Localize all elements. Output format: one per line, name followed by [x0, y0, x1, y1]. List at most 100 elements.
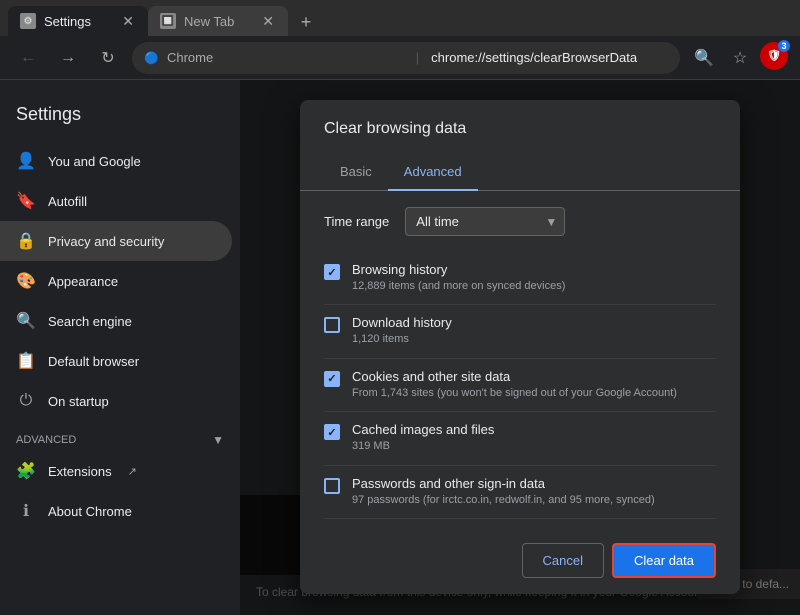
- search-engine-icon: 🔍: [16, 311, 36, 331]
- check-content-autofill: Autofill form data: [352, 529, 716, 531]
- check-content-passwords: Passwords and other sign-in data 97 pass…: [352, 476, 716, 508]
- sidebar-item-autofill[interactable]: 🔖 Autofill: [0, 181, 232, 221]
- reload-button[interactable]: ↻: [92, 42, 124, 74]
- check-item-cookies: Cookies and other site data From 1,743 s…: [324, 359, 716, 412]
- new-tab-button[interactable]: +: [292, 8, 320, 36]
- checkbox-download-history[interactable]: [324, 317, 340, 333]
- tab-newtab[interactable]: 🔲 New Tab ✕: [148, 6, 288, 36]
- sidebar-advanced-label: Advanced: [16, 434, 76, 446]
- about-chrome-icon: ℹ: [16, 501, 36, 521]
- check-item-autofill: Autofill form data: [324, 519, 716, 531]
- chevron-down-icon: ▼: [212, 433, 224, 447]
- nav-actions: 🔍 ☆ 🛡 3: [688, 42, 788, 74]
- appearance-icon: 🎨: [16, 271, 36, 291]
- time-range-select[interactable]: Last hour Last 24 hours Last 7 days Last…: [405, 207, 565, 236]
- tab-newtab-label: New Tab: [184, 14, 234, 29]
- sidebar-item-default-browser-label: Default browser: [48, 354, 139, 369]
- sidebar-item-on-startup[interactable]: ⏻ On startup: [0, 381, 232, 421]
- cancel-button[interactable]: Cancel: [522, 543, 604, 578]
- checkbox-cookies[interactable]: [324, 371, 340, 387]
- main-layout: Settings 👤 You and Google 🔖 Autofill 🔒 P…: [0, 80, 800, 615]
- check-item-download-history: Download history 1,120 items: [324, 305, 716, 358]
- sidebar-advanced-section: Advanced ▼: [0, 421, 240, 451]
- check-item-browsing-history: Browsing history 12,889 items (and more …: [324, 252, 716, 305]
- nav-bar: ← → ↻ 🔵 Chrome | chrome://settings/clear…: [0, 36, 800, 80]
- dialog-title: Clear browsing data: [300, 100, 740, 154]
- check-title-cookies: Cookies and other site data: [352, 369, 716, 384]
- check-title-autofill: Autofill form data: [352, 529, 716, 531]
- checkbox-cache[interactable]: [324, 424, 340, 440]
- clear-browsing-data-dialog: Clear browsing data Basic Advanced Time …: [300, 100, 740, 594]
- sidebar-item-appearance-label: Appearance: [48, 274, 118, 289]
- sidebar-item-you-and-google-label: You and Google: [48, 154, 141, 169]
- time-range-select-wrapper: Last hour Last 24 hours Last 7 days Last…: [405, 207, 565, 236]
- sidebar-link-about-chrome[interactable]: ℹ About Chrome: [0, 491, 240, 531]
- check-title-browsing-history: Browsing history: [352, 262, 716, 277]
- extension-button[interactable]: 🛡 3: [760, 42, 788, 70]
- check-item-cache: Cached images and files 319 MB: [324, 412, 716, 465]
- address-separator: |: [416, 50, 419, 65]
- tab-settings[interactable]: ⚙ Settings ✕: [8, 6, 148, 36]
- sidebar-item-you-and-google[interactable]: 👤 You and Google: [0, 141, 232, 181]
- checkbox-browsing-history[interactable]: [324, 264, 340, 280]
- check-content-cookies: Cookies and other site data From 1,743 s…: [352, 369, 716, 401]
- tab-advanced[interactable]: Advanced: [388, 154, 478, 191]
- check-item-passwords: Passwords and other sign-in data 97 pass…: [324, 466, 716, 519]
- sidebar-link-about-chrome-label: About Chrome: [48, 504, 132, 519]
- time-range-label: Time range: [324, 214, 389, 229]
- sidebar-item-search-engine-label: Search engine: [48, 314, 132, 329]
- title-bar: ⚙ Settings ✕ 🔲 New Tab ✕ +: [0, 0, 800, 36]
- bookmark-button[interactable]: ☆: [724, 42, 756, 74]
- dialog-body: Time range Last hour Last 24 hours Last …: [300, 191, 740, 531]
- check-subtitle-passwords: 97 passwords (for irctc.co.in, redwolf.i…: [352, 493, 716, 508]
- forward-button[interactable]: →: [52, 42, 84, 74]
- on-startup-icon: ⏻: [16, 391, 36, 411]
- privacy-icon: 🔒: [16, 231, 36, 251]
- default-browser-icon: 📋: [16, 351, 36, 371]
- check-title-cache: Cached images and files: [352, 422, 716, 437]
- check-subtitle-download-history: 1,120 items: [352, 332, 716, 347]
- you-and-google-icon: 👤: [16, 151, 36, 171]
- sidebar-title: Settings: [0, 96, 240, 141]
- check-content-browsing-history: Browsing history 12,889 items (and more …: [352, 262, 716, 294]
- dialog-footer: Cancel Clear data: [300, 531, 740, 594]
- external-link-icon: ↗: [128, 465, 137, 478]
- sidebar-link-extensions[interactable]: 🧩 Extensions ↗: [0, 451, 240, 491]
- newtab-tab-icon: 🔲: [160, 13, 176, 29]
- extension-badge: 3: [778, 40, 790, 52]
- address-url: chrome://settings/clearBrowserData: [431, 50, 668, 65]
- extensions-icon: 🧩: [16, 461, 36, 481]
- sidebar-item-appearance[interactable]: 🎨 Appearance: [0, 261, 232, 301]
- check-content-cache: Cached images and files 319 MB: [352, 422, 716, 454]
- dialog-tabs: Basic Advanced: [300, 154, 740, 191]
- tab-settings-close[interactable]: ✕: [120, 11, 136, 32]
- sidebar: Settings 👤 You and Google 🔖 Autofill 🔒 P…: [0, 80, 240, 615]
- tab-settings-label: Settings: [44, 14, 91, 29]
- check-subtitle-cache: 319 MB: [352, 439, 716, 454]
- address-icon: 🔵: [144, 51, 159, 65]
- address-bar[interactable]: 🔵 Chrome | chrome://settings/clearBrowse…: [132, 42, 680, 74]
- checkbox-passwords[interactable]: [324, 478, 340, 494]
- settings-tab-icon: ⚙: [20, 13, 36, 29]
- check-subtitle-cookies: From 1,743 sites (you won't be signed ou…: [352, 386, 716, 401]
- sidebar-item-privacy[interactable]: 🔒 Privacy and security: [0, 221, 232, 261]
- search-button[interactable]: 🔍: [688, 42, 720, 74]
- content-area: Clear browsing data Basic Advanced Time …: [240, 80, 800, 615]
- autofill-icon: 🔖: [16, 191, 36, 211]
- time-range-row: Time range Last hour Last 24 hours Last …: [324, 207, 716, 236]
- back-button[interactable]: ←: [12, 42, 44, 74]
- clear-data-button[interactable]: Clear data: [612, 543, 716, 578]
- tab-newtab-close[interactable]: ✕: [260, 11, 276, 32]
- sidebar-item-autofill-label: Autofill: [48, 194, 87, 209]
- address-prefix: Chrome: [167, 50, 404, 65]
- sidebar-item-on-startup-label: On startup: [48, 394, 109, 409]
- tab-basic[interactable]: Basic: [324, 154, 388, 191]
- sidebar-item-search-engine[interactable]: 🔍 Search engine: [0, 301, 232, 341]
- check-content-download-history: Download history 1,120 items: [352, 315, 716, 347]
- sidebar-item-privacy-label: Privacy and security: [48, 234, 164, 249]
- sidebar-item-default-browser[interactable]: 📋 Default browser: [0, 341, 232, 381]
- sidebar-link-extensions-label: Extensions: [48, 464, 112, 479]
- check-title-download-history: Download history: [352, 315, 716, 330]
- check-subtitle-browsing-history: 12,889 items (and more on synced devices…: [352, 279, 716, 294]
- check-title-passwords: Passwords and other sign-in data: [352, 476, 716, 491]
